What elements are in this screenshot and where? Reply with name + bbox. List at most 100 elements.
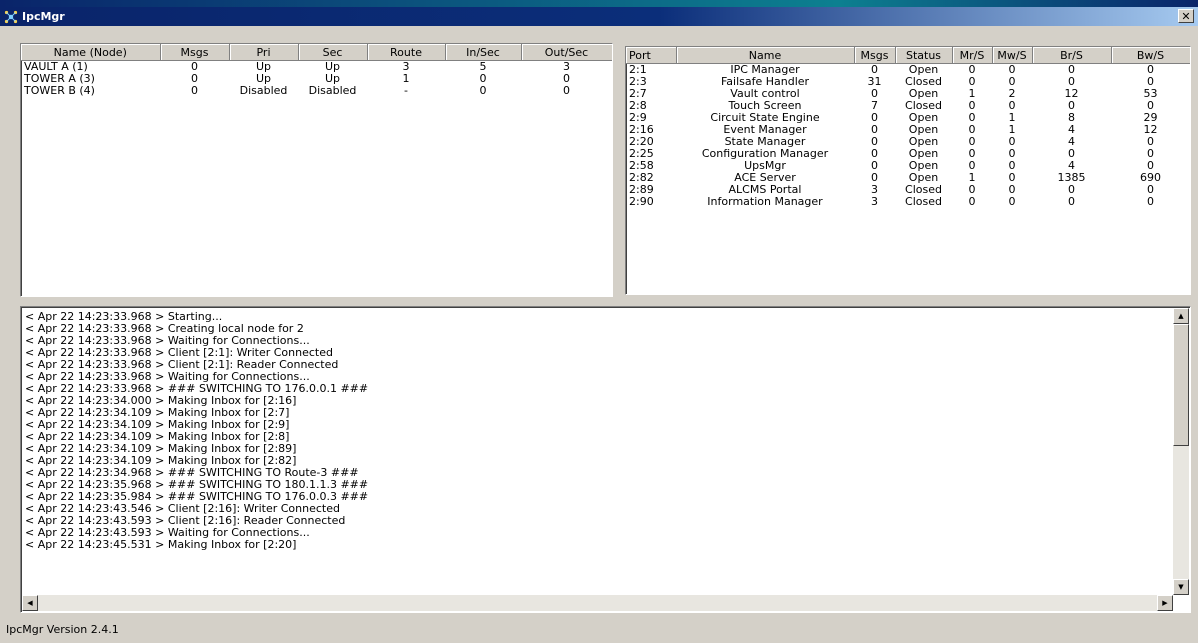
node-cell: TOWER A (3) bbox=[24, 73, 95, 85]
node-cell: 0 bbox=[191, 85, 198, 97]
log-line: < Apr 22 14:23:45.531 > Making Inbox for… bbox=[25, 539, 1173, 551]
node-cell: 0 bbox=[563, 73, 570, 85]
title-bar[interactable]: IpcMgr ✕ bbox=[0, 7, 1198, 26]
port-cell: 12 bbox=[1064, 88, 1079, 100]
scroll-thumb[interactable] bbox=[1173, 324, 1189, 446]
ports-col-brs[interactable]: Br/S bbox=[1032, 47, 1112, 64]
vertical-scrollbar[interactable]: ▲ ▼ bbox=[1173, 308, 1189, 595]
log-panel[interactable]: < Apr 22 14:23:33.968 > Starting... < Apr… bbox=[20, 306, 1191, 613]
port-cell: 2:82 bbox=[629, 172, 654, 184]
node-cell: - bbox=[404, 85, 408, 97]
port-row[interactable]: 2:82 ACE Server 0 Open 1 0 1385 690 bbox=[626, 172, 1190, 184]
nodes-col-sec[interactable]: Sec bbox=[298, 44, 368, 61]
port-cell: Open bbox=[908, 112, 939, 124]
port-cell: 0 bbox=[1008, 136, 1016, 148]
port-cell: 7 bbox=[871, 100, 878, 112]
port-row[interactable]: 2:9 Circuit State Engine 0 Open 0 1 8 29 bbox=[626, 112, 1190, 124]
log-list: < Apr 22 14:23:33.968 > Starting... < Apr… bbox=[25, 311, 1173, 598]
window-title: IpcMgr bbox=[22, 10, 65, 23]
port-cell: 0 bbox=[871, 124, 878, 136]
port-row[interactable]: 2:20 State Manager 0 Open 0 0 4 0 bbox=[626, 136, 1190, 148]
network-icon bbox=[4, 10, 18, 24]
port-cell: 0 bbox=[968, 136, 976, 148]
port-cell: Circuit State Engine bbox=[710, 112, 820, 124]
ports-col-mrs[interactable]: Mr/S bbox=[952, 47, 993, 64]
ports-col-mws[interactable]: Mw/S bbox=[992, 47, 1033, 64]
banner-strip bbox=[0, 0, 1198, 7]
port-cell: 0 bbox=[1008, 196, 1016, 208]
log-message: Making Inbox for [2:20] bbox=[167, 538, 297, 551]
port-cell: 0 bbox=[871, 160, 878, 172]
node-row[interactable]: VAULT A (1) 0 Up Up 3 5 3 bbox=[21, 61, 612, 74]
ports-col-port[interactable]: Port bbox=[626, 47, 677, 64]
port-cell: 8 bbox=[1068, 112, 1075, 124]
port-cell: Closed bbox=[905, 184, 942, 196]
node-cell: 3 bbox=[563, 60, 570, 73]
port-cell: 31 bbox=[867, 76, 882, 88]
ports-col-bws[interactable]: Bw/S bbox=[1111, 47, 1190, 64]
close-button[interactable]: ✕ bbox=[1178, 9, 1194, 23]
node-row[interactable]: TOWER B (4) 0 Disabled Disabled - 0 0 bbox=[21, 85, 612, 97]
port-cell: Closed bbox=[905, 76, 942, 88]
nodes-col-outsec[interactable]: Out/Sec bbox=[521, 44, 612, 61]
ports-col-msgs[interactable]: Msgs bbox=[854, 47, 896, 64]
node-cell: 0 bbox=[479, 85, 487, 97]
port-cell: 0 bbox=[1147, 100, 1154, 112]
port-row[interactable]: 2:25 Configuration Manager 0 Open 0 0 0 0 bbox=[626, 148, 1190, 160]
scroll-right-button[interactable]: ▶ bbox=[1157, 595, 1173, 611]
node-cell: Disabled bbox=[239, 85, 288, 97]
port-cell: 0 bbox=[1147, 76, 1154, 88]
port-cell: UpsMgr bbox=[744, 160, 786, 172]
nodes-col-msgs[interactable]: Msgs bbox=[160, 44, 230, 61]
port-cell: 0 bbox=[1147, 196, 1154, 208]
port-cell: 0 bbox=[1068, 76, 1075, 88]
port-cell: 0 bbox=[1068, 100, 1075, 112]
port-cell: 1 bbox=[1008, 124, 1016, 136]
port-cell: 0 bbox=[1068, 196, 1075, 208]
port-cell: 0 bbox=[871, 172, 878, 184]
port-cell: Vault control bbox=[730, 88, 800, 100]
port-row[interactable]: 2:3 Failsafe Handler 31 Closed 0 0 0 0 bbox=[626, 76, 1190, 88]
scroll-left-button[interactable]: ◀ bbox=[22, 595, 38, 611]
port-row[interactable]: 2:7 Vault control 0 Open 1 2 12 53 bbox=[626, 88, 1190, 100]
port-cell: State Manager bbox=[724, 136, 806, 148]
node-cell: 5 bbox=[479, 60, 487, 73]
port-cell: 4 bbox=[1068, 160, 1075, 172]
nodes-col-insec[interactable]: In/Sec bbox=[445, 44, 522, 61]
port-cell: 0 bbox=[968, 160, 976, 172]
port-cell: 0 bbox=[968, 196, 976, 208]
port-cell: 1385 bbox=[1057, 172, 1086, 184]
port-row[interactable]: 2:8 Touch Screen 7 Closed 0 0 0 0 bbox=[626, 100, 1190, 112]
nodes-col-route[interactable]: Route bbox=[367, 44, 446, 61]
nodes-col-pri[interactable]: Pri bbox=[229, 44, 299, 61]
port-cell: 2:7 bbox=[629, 88, 647, 100]
arrow-up-icon: ▲ bbox=[1178, 312, 1184, 320]
port-cell: 0 bbox=[1008, 76, 1016, 88]
port-row[interactable]: 2:16 Event Manager 0 Open 0 1 4 12 bbox=[626, 124, 1190, 136]
port-cell: 0 bbox=[1147, 160, 1154, 172]
port-cell: 1 bbox=[1008, 112, 1016, 124]
ports-col-status[interactable]: Status bbox=[895, 47, 953, 64]
port-row[interactable]: 2:89 ALCMS Portal 3 Closed 0 0 0 0 bbox=[626, 184, 1190, 196]
port-row[interactable]: 2:58 UpsMgr 0 Open 0 0 4 0 bbox=[626, 160, 1190, 172]
port-row[interactable]: 2:1 IPC Manager 0 Open 0 0 0 0 bbox=[626, 64, 1190, 77]
scroll-down-button[interactable]: ▼ bbox=[1173, 579, 1189, 595]
port-cell: 0 bbox=[871, 148, 878, 160]
horizontal-scrollbar[interactable]: ◀ ▶ bbox=[22, 595, 1173, 611]
log-timestamp: < Apr 22 14:23:45.531 > bbox=[25, 538, 165, 551]
node-cell: VAULT A (1) bbox=[24, 60, 88, 73]
port-cell: 0 bbox=[1068, 63, 1075, 76]
node-row[interactable]: TOWER A (3) 0 Up Up 1 0 0 bbox=[21, 73, 612, 85]
scroll-up-button[interactable]: ▲ bbox=[1173, 308, 1189, 324]
port-cell: 1 bbox=[968, 88, 976, 100]
port-cell: 0 bbox=[1008, 160, 1016, 172]
port-cell: Touch Screen bbox=[728, 100, 802, 112]
ports-col-name[interactable]: Name bbox=[676, 47, 855, 64]
nodes-col-name[interactable]: Name (Node) bbox=[21, 44, 161, 61]
port-cell: Open bbox=[908, 160, 939, 172]
port-cell: 2:3 bbox=[629, 76, 647, 88]
port-cell: Information Manager bbox=[707, 196, 823, 208]
port-cell: 690 bbox=[1140, 172, 1161, 184]
port-row[interactable]: 2:90 Information Manager 3 Closed 0 0 0 0 bbox=[626, 196, 1190, 208]
port-cell: 1 bbox=[968, 172, 976, 184]
